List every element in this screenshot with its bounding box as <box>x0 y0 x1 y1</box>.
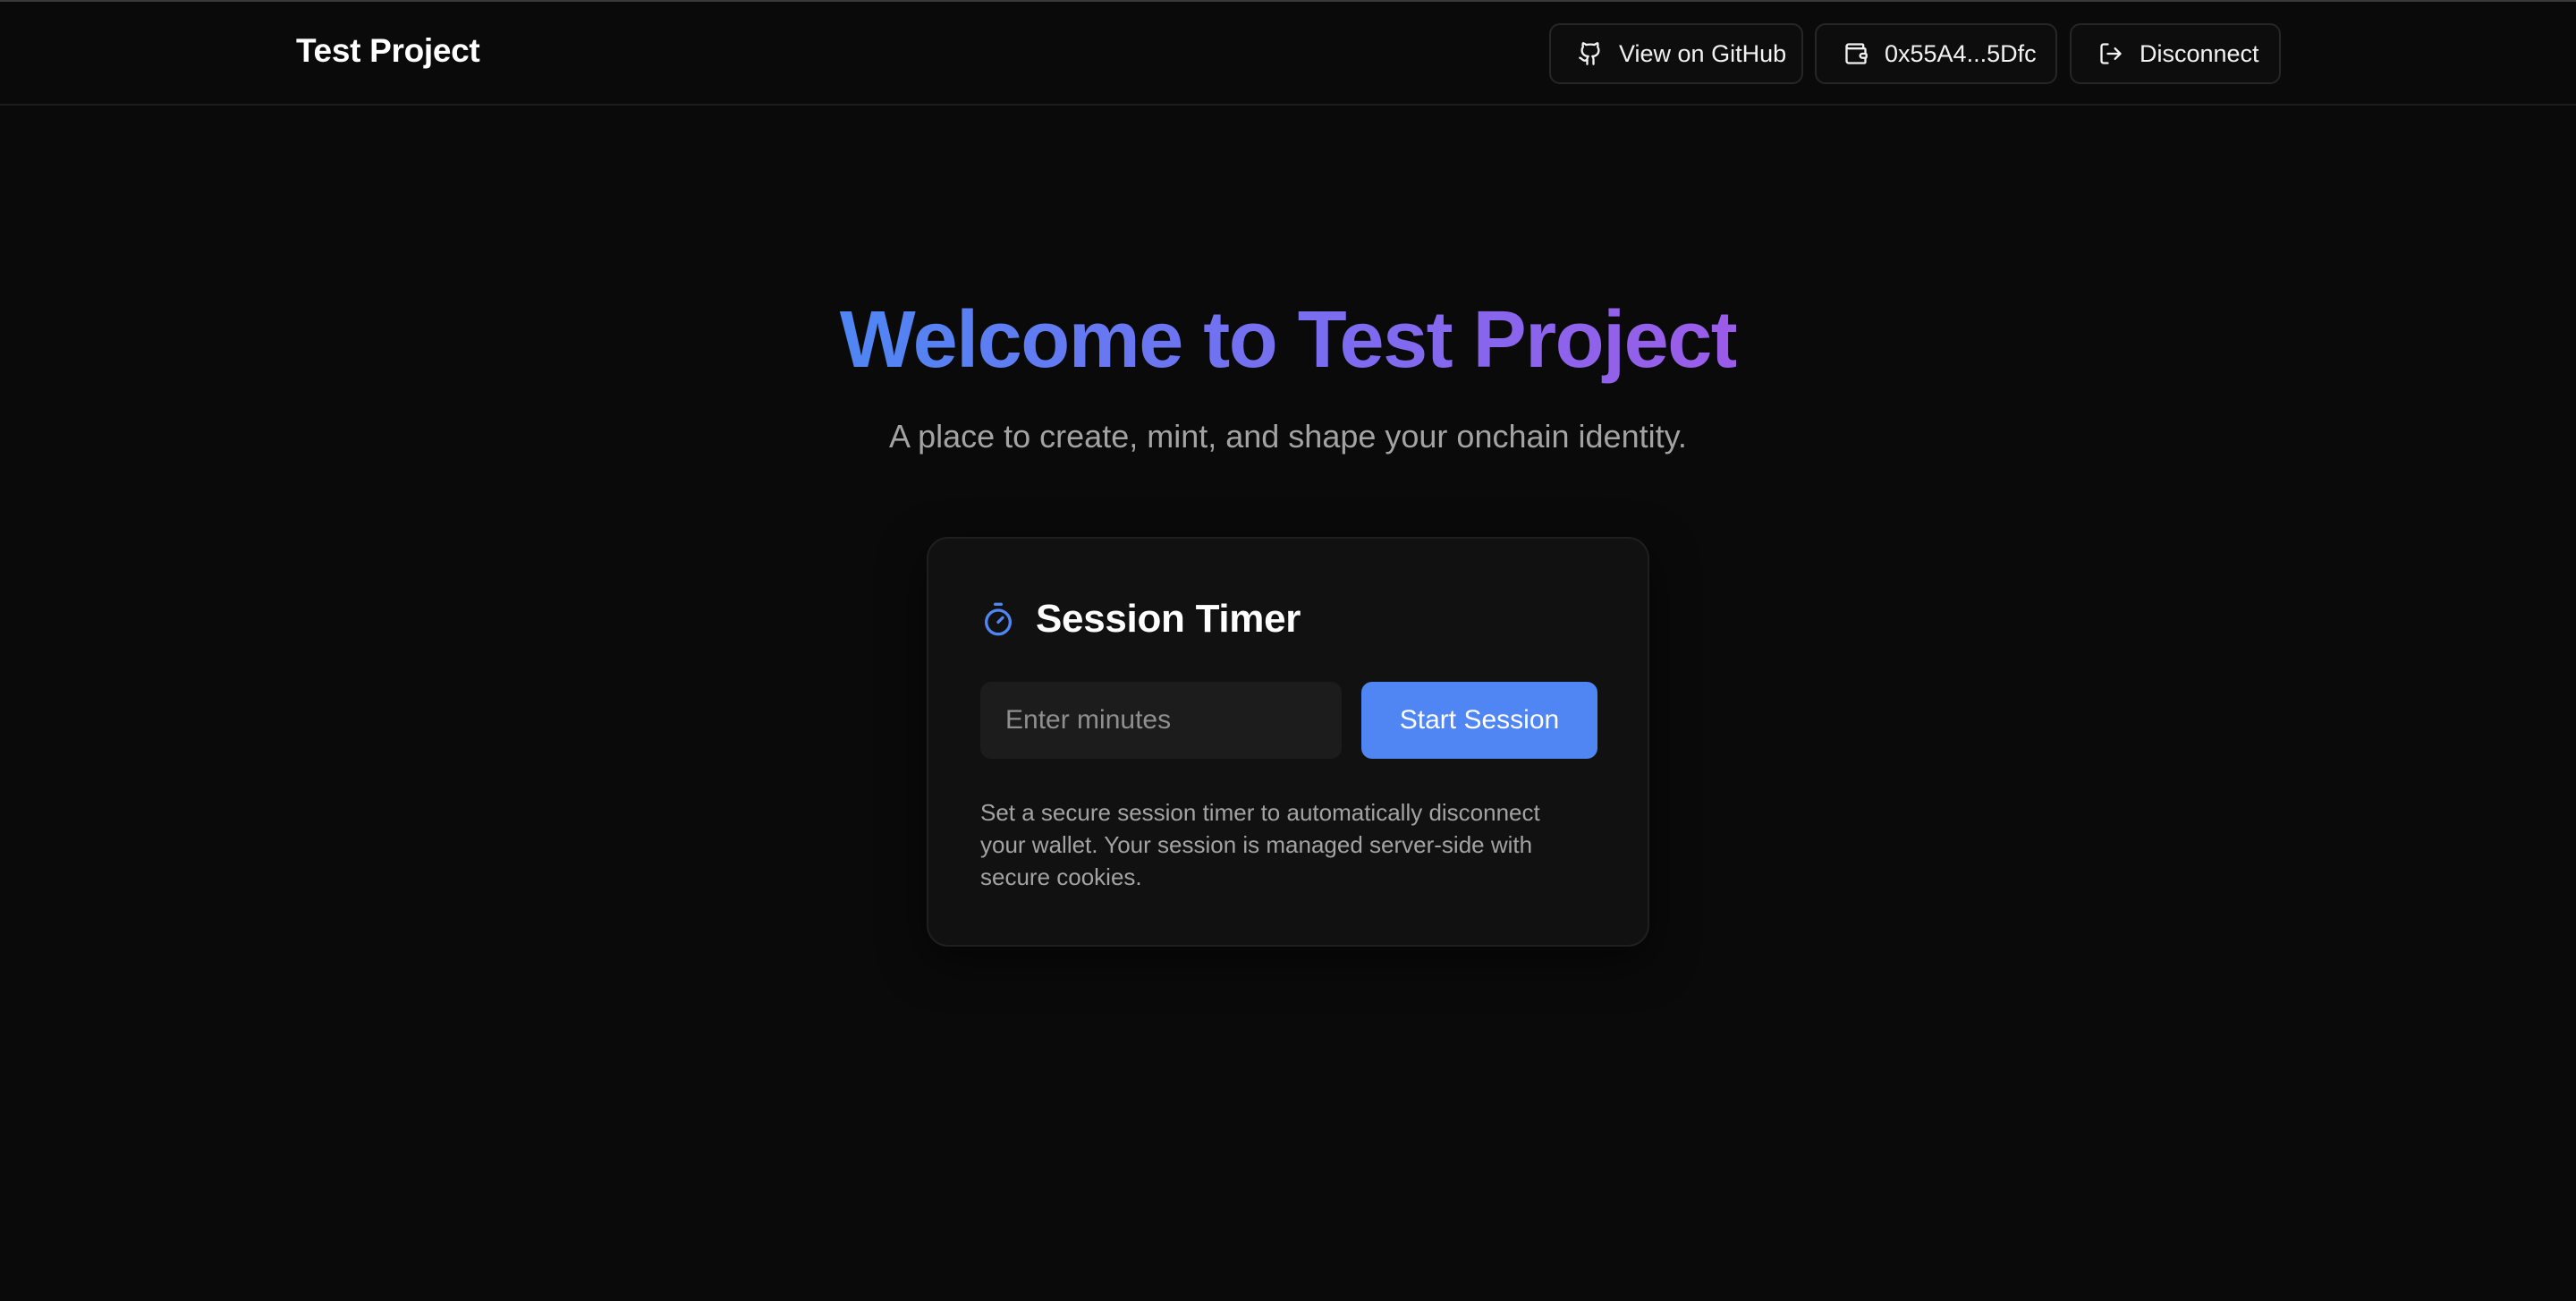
session-timer-header: Session Timer <box>980 594 1301 644</box>
start-session-button[interactable]: Start Session <box>1361 682 1597 759</box>
hero-title-container: Welcome to Test Project <box>0 292 2576 388</box>
session-timer-description: Set a secure session timer to automatica… <box>980 799 1540 890</box>
disconnect-button-label: Disconnect <box>2140 39 2259 67</box>
disconnect-button[interactable]: Disconnect <box>2070 23 2281 84</box>
hero-subtitle: A place to create, mint, and shape your … <box>889 418 1687 455</box>
log-out-icon <box>2098 41 2123 66</box>
session-timer-card: Session Timer Start Session Set a secure… <box>927 537 1649 947</box>
session-timer-title: Session Timer <box>1036 597 1301 641</box>
github-button-label: View on GitHub <box>1619 39 1787 67</box>
brand-logo-text[interactable]: Test Project <box>296 32 480 70</box>
minutes-input[interactable] <box>980 682 1342 759</box>
view-on-github-button[interactable]: View on GitHub <box>1549 23 1803 84</box>
wallet-icon <box>1843 41 1868 66</box>
github-icon <box>1578 41 1603 66</box>
hero-title: Welcome to Test Project <box>840 292 1738 388</box>
top-nav: Test Project View on GitHub 0x55A4...5Df… <box>0 2 2576 106</box>
timer-icon <box>980 601 1016 637</box>
wallet-address-button[interactable]: 0x55A4...5Dfc <box>1815 23 2057 84</box>
wallet-address-label: 0x55A4...5Dfc <box>1885 39 2037 67</box>
